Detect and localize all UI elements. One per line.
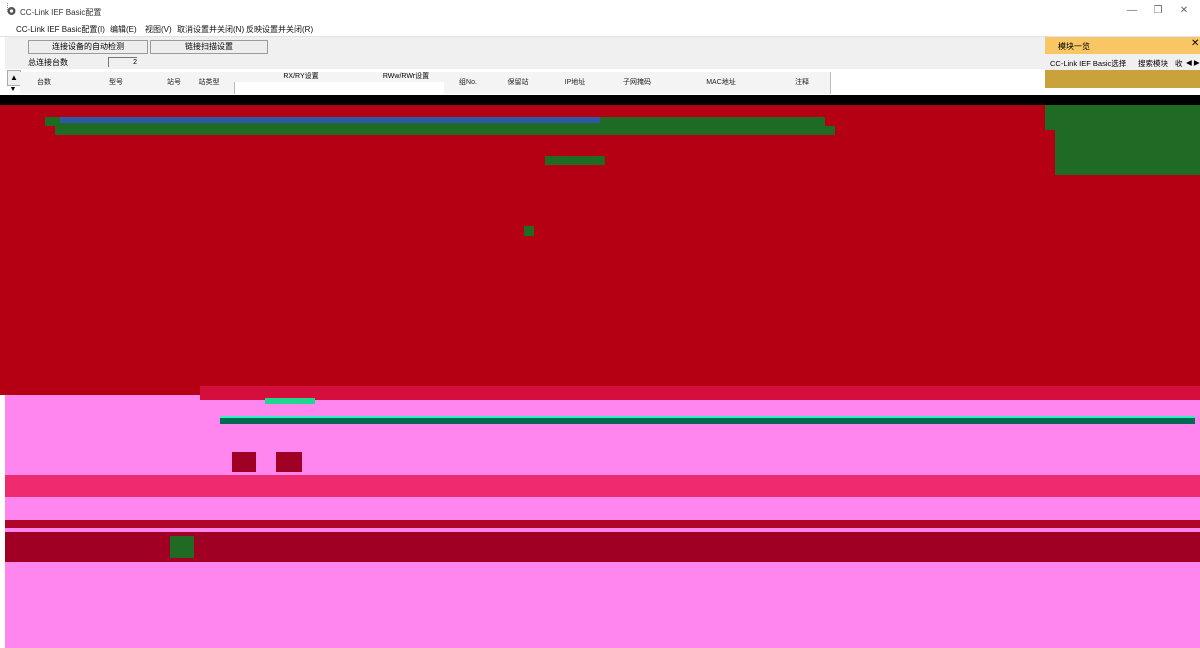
artifact-crimson-band xyxy=(5,520,1200,528)
header-ip[interactable]: IP地址 xyxy=(544,72,607,94)
connection-count-label: 总连接台数 xyxy=(28,58,68,67)
header-rx-ry[interactable]: RX/RY设置 xyxy=(234,72,368,82)
artifact-teal-line xyxy=(220,418,1195,424)
artifact-block-a xyxy=(232,452,256,472)
header-count[interactable]: 台数 xyxy=(20,72,69,94)
artifact-pink-band xyxy=(5,475,1200,497)
link-scan-button[interactable]: 链接扫描设置 xyxy=(150,40,268,54)
menu-apply-close[interactable]: 反映设置并关闭(R) xyxy=(246,24,313,35)
tab-collapsed[interactable]: 收 xyxy=(1175,58,1183,69)
artifact-green-square xyxy=(524,226,534,236)
artifact-block-b xyxy=(276,452,302,472)
header-station-type[interactable]: 站类型 xyxy=(184,72,235,94)
menu-ccl[interactable]: CC-Link IEF Basic配置(I) xyxy=(16,24,105,35)
header-station-no[interactable]: 站号 xyxy=(164,72,185,94)
minimize-button[interactable]: — xyxy=(1120,4,1144,18)
title-bar xyxy=(0,0,1200,22)
tab-nav-arrows[interactable]: ◀ ▶ xyxy=(1186,58,1200,67)
connection-count-value: 2 xyxy=(108,57,137,67)
header-reserved[interactable]: 保留站 xyxy=(492,72,545,94)
scroll-up-button[interactable]: ▲ xyxy=(7,70,21,86)
close-button[interactable]: ✕ xyxy=(1172,4,1196,18)
artifact-red-region xyxy=(0,105,1200,395)
panel-artifact-2 xyxy=(1055,125,1200,175)
header-comment[interactable]: 注释 xyxy=(774,72,831,94)
menu-grip xyxy=(7,3,10,12)
auto-detect-button[interactable]: 连接设备的自动检测 xyxy=(28,40,148,54)
artifact-cyan-line xyxy=(220,416,1195,418)
header-rww-rwr[interactable]: RWw/RWr设置 xyxy=(368,72,444,82)
artifact-blue-strip xyxy=(60,117,600,123)
header-model[interactable]: 型号 xyxy=(68,72,165,94)
artifact-red-stripe xyxy=(200,386,1200,400)
panel-toolbar xyxy=(1045,70,1200,88)
tab-search-module[interactable]: 搜索模块 xyxy=(1138,58,1168,69)
artifact-green-block xyxy=(545,156,605,165)
artifact-green-row-2 xyxy=(55,126,835,135)
menu-view[interactable]: 视图(V) xyxy=(145,24,172,35)
header-mac[interactable]: MAC地址 xyxy=(668,72,775,94)
connection-row xyxy=(5,55,1045,69)
restore-button[interactable]: ❐ xyxy=(1146,4,1170,18)
artifact-dark-box xyxy=(170,536,194,558)
tab-ccl-select[interactable]: CC-Link IEF Basic选择 xyxy=(1050,58,1126,69)
menu-cancel-close[interactable]: 取消设置并关闭(N) xyxy=(177,24,244,35)
menu-edit[interactable]: 编辑(E) xyxy=(110,24,137,35)
panel-close-icon[interactable]: ✕ xyxy=(1191,38,1199,49)
window-title: CC-Link IEF Basic配置 xyxy=(20,8,102,17)
artifact-green-bar xyxy=(265,398,315,404)
module-list-title: 模块一览 xyxy=(1058,42,1090,51)
header-subnet[interactable]: 子网掩码 xyxy=(606,72,669,94)
header-group-no[interactable]: 组No. xyxy=(444,72,493,94)
